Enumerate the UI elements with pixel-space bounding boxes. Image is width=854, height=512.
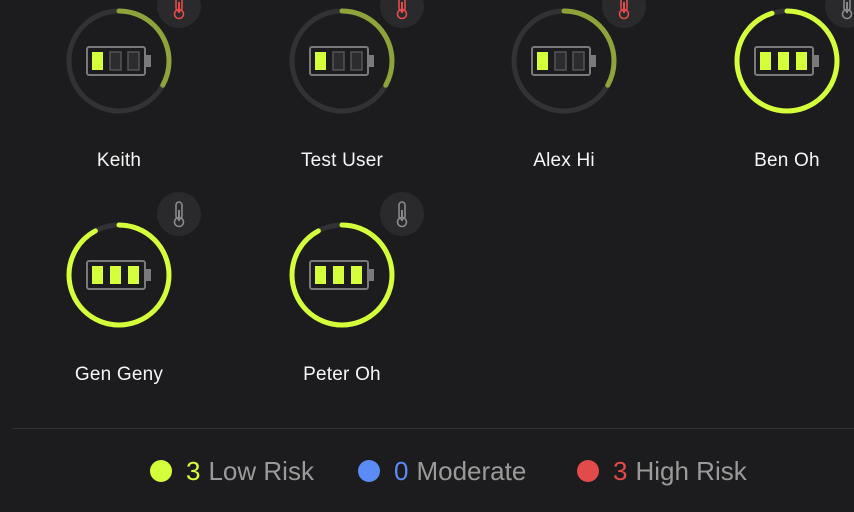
temperature-badge[interactable] <box>825 0 854 28</box>
user-name[interactable]: Keith <box>19 150 219 172</box>
temperature-badge[interactable] <box>602 0 646 28</box>
battery-cell <box>332 51 345 71</box>
low-risk-label: Low Risk <box>208 455 314 486</box>
divider <box>12 428 854 429</box>
moderate-label: Moderate <box>416 455 527 486</box>
high-risk-dot <box>577 460 599 482</box>
low-risk-dot <box>150 460 172 482</box>
battery-cell <box>796 52 807 70</box>
high-risk-count: 3 <box>613 455 628 486</box>
thermometer-icon <box>396 0 408 20</box>
battery-cell <box>92 266 103 284</box>
moderate-dot <box>358 460 380 482</box>
battery-cell <box>351 266 362 284</box>
temperature-badge[interactable] <box>380 0 424 28</box>
battery-cell <box>127 51 140 71</box>
battery-cell <box>572 51 585 71</box>
moderate-count: 0 <box>394 455 409 486</box>
battery-cell <box>333 266 344 284</box>
legend-moderate: 0 Moderate <box>358 452 526 490</box>
low-risk-count: 3 <box>186 455 201 486</box>
battery-tip <box>145 55 151 67</box>
thermometer-icon <box>396 201 408 228</box>
temperature-badge[interactable] <box>380 192 424 236</box>
battery-tip <box>590 55 596 67</box>
user-name[interactable]: Alex Hi <box>464 150 664 172</box>
battery-cell <box>760 52 771 70</box>
thermometer-icon <box>841 0 853 20</box>
battery-tip <box>368 269 374 281</box>
user-name[interactable]: Peter Oh <box>242 364 442 386</box>
thermometer-icon <box>173 201 185 228</box>
battery-cell <box>554 51 567 71</box>
battery-tip <box>145 269 151 281</box>
high-risk-label: High Risk <box>635 455 747 486</box>
legend-low-risk: 3 Low Risk <box>150 452 314 490</box>
user-name[interactable]: Test User <box>242 150 442 172</box>
battery-cell <box>109 51 122 71</box>
temperature-badge[interactable] <box>157 192 201 236</box>
battery-tip <box>813 55 819 67</box>
battery-cell <box>315 52 326 70</box>
legend-high-risk: 3 High Risk <box>577 452 747 490</box>
battery-cell <box>350 51 363 71</box>
thermometer-icon <box>173 0 185 20</box>
battery-cell <box>778 52 789 70</box>
battery-cell <box>537 52 548 70</box>
battery-cell <box>110 266 121 284</box>
battery-cell <box>128 266 139 284</box>
thermometer-icon <box>618 0 630 20</box>
user-name[interactable]: Ben Oh <box>687 150 854 172</box>
user-name[interactable]: Gen Geny <box>19 364 219 386</box>
temperature-badge[interactable] <box>157 0 201 28</box>
battery-cell <box>92 52 103 70</box>
battery-cell <box>315 266 326 284</box>
battery-tip <box>368 55 374 67</box>
